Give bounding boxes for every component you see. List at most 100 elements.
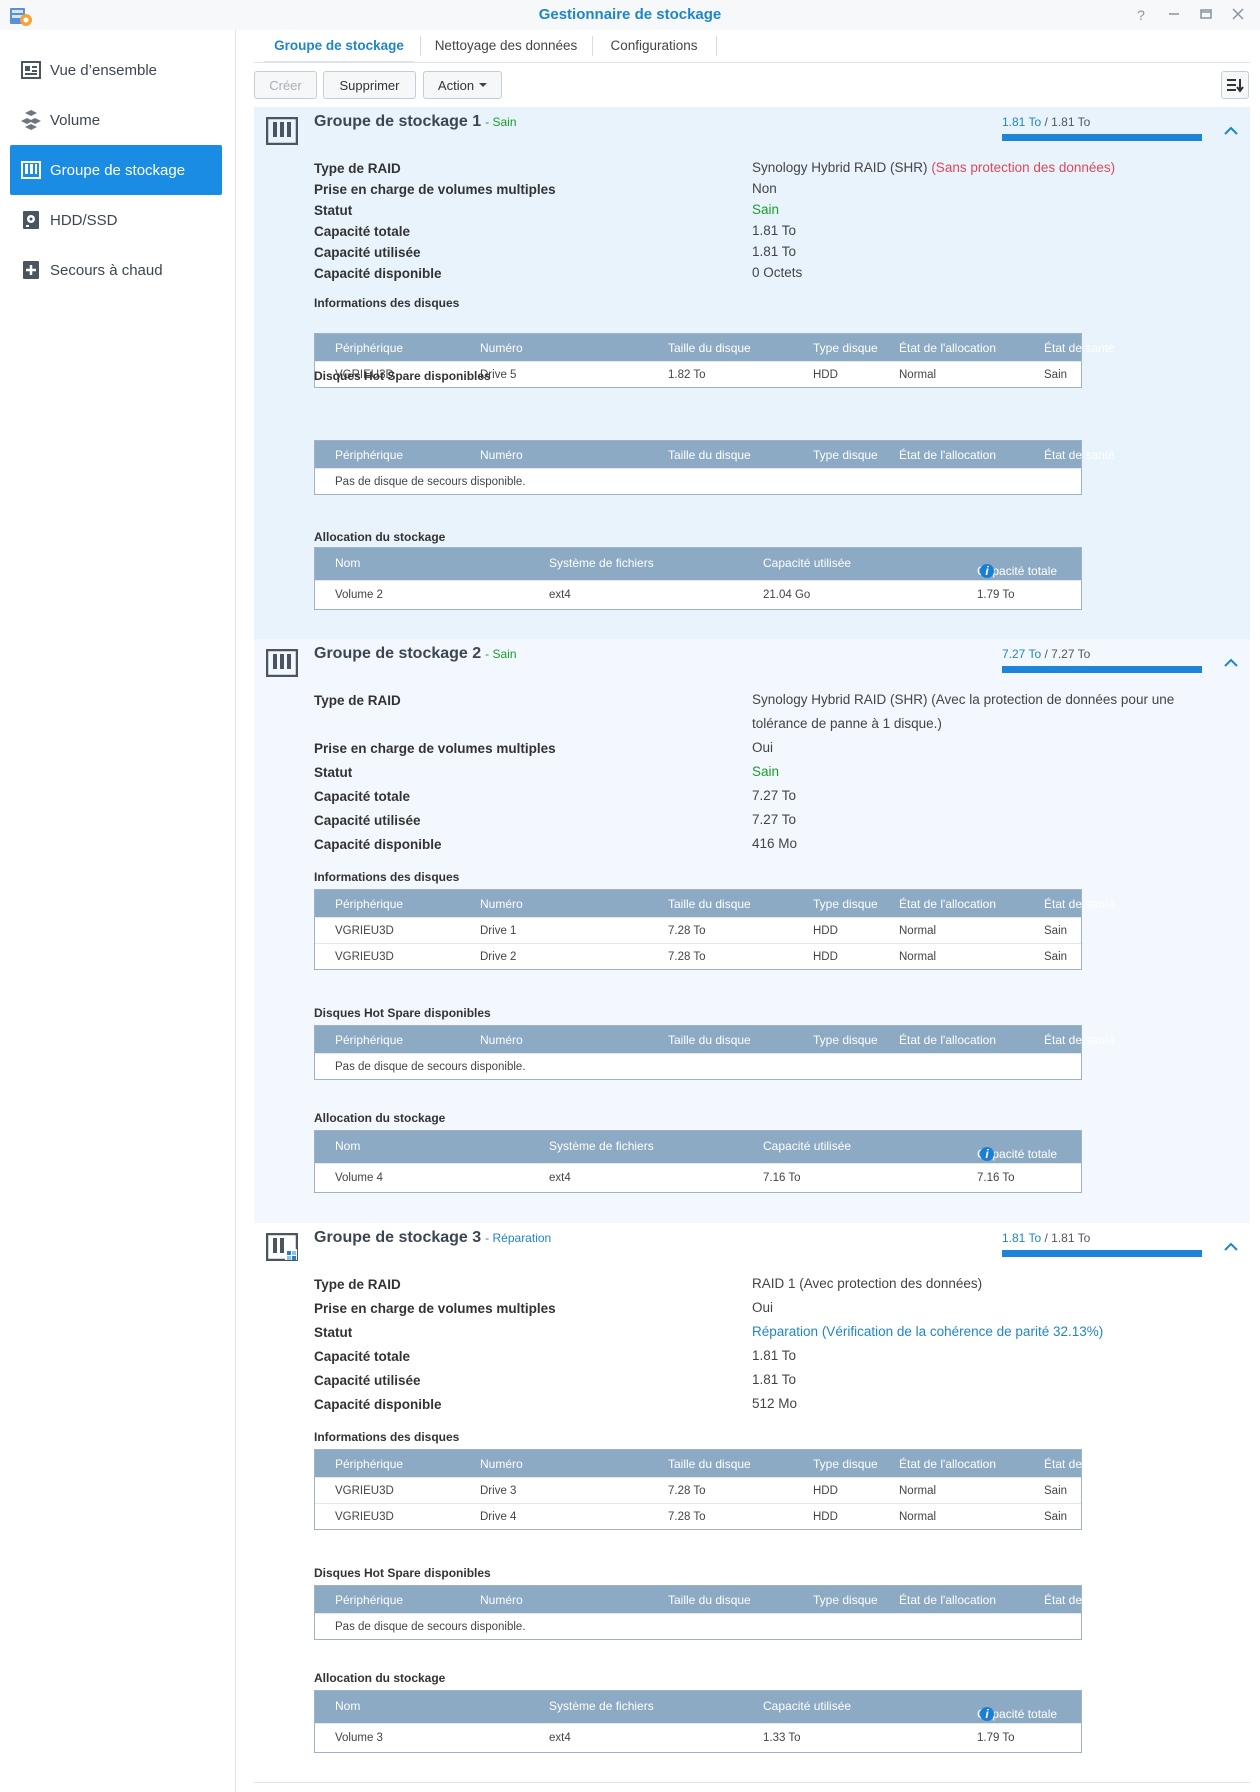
table-row[interactable]: Volume 4 ext4 7.16 To 7.16 To (315, 1163, 1081, 1192)
table-header: Nom Système de fichiers Capacité utilisé… (315, 1131, 1081, 1163)
col-number: Numéro (480, 897, 523, 911)
sidebar-item-volume[interactable]: Volume (10, 95, 222, 145)
minimize-icon[interactable] (1164, 5, 1184, 25)
empty-message: Pas de disque de secours disponible. (335, 1621, 526, 1633)
capacity-usage-bar (1002, 134, 1202, 141)
sidebar-item-hdd-ssd[interactable]: HDD/SSD (10, 195, 222, 245)
info-icon[interactable]: i (980, 1147, 994, 1161)
delete-button[interactable]: Supprimer (323, 71, 416, 99)
kv-label: Capacité totale (314, 224, 411, 239)
table-row[interactable]: VGRIEU3D Drive 2 7.28 To HDD Normal Sain (315, 943, 1081, 969)
kv-label: Capacité utilisée (314, 245, 421, 260)
close-icon[interactable] (1228, 5, 1248, 25)
table-row[interactable]: Volume 2 ext4 21.04 Go 1.79 To (315, 580, 1081, 609)
pool-capacity-text: 7.27 To / 7.27 To (1002, 647, 1090, 661)
table-row-empty: Pas de disque de secours disponible. (315, 1613, 1081, 1639)
kv-value: RAID 1 (Avec protection des données) (752, 1276, 983, 1291)
sort-icon (1227, 79, 1244, 93)
col-type: Type disque (813, 341, 878, 355)
chevron-up-icon[interactable] (1223, 1241, 1239, 1253)
pool-title: Groupe de stockage 1- Sain (314, 113, 517, 131)
storage-pool-panel-1: Groupe de stockage 1- Sain 1.81 To / 1.8… (254, 107, 1250, 639)
pool-name: Groupe de stockage 3 (314, 1229, 482, 1246)
kv-value: Sain (752, 764, 780, 779)
kv-label: Capacité totale (314, 1349, 411, 1364)
pool-status-inline: - Sain (485, 647, 517, 661)
col-alloc: État de l'allocation (899, 1593, 997, 1607)
maximize-icon[interactable] (1196, 5, 1216, 25)
capacity-separator: / (1041, 1231, 1052, 1245)
cell-alloc: Normal (899, 1511, 937, 1523)
chevron-down-icon (479, 83, 488, 87)
col-number: Numéro (480, 341, 523, 355)
kv-label: Type de RAID (314, 693, 401, 708)
kv-value: Réparation (Vérification de la cohérence… (752, 1320, 1192, 1344)
table-row[interactable]: VGRIEU3D Drive 4 7.28 To HDD Normal Sain (315, 1503, 1081, 1529)
storage-pool-repairing-icon (266, 1233, 298, 1261)
chevron-up-icon[interactable] (1223, 125, 1239, 137)
cell-size: 7.28 To (668, 1511, 706, 1523)
cell-fs: ext4 (549, 589, 571, 601)
empty-message: Pas de disque de secours disponible. (335, 1061, 526, 1073)
kv-value: 0 Octets (752, 265, 803, 280)
col-type: Type disque (813, 1593, 878, 1607)
sort-button[interactable] (1221, 71, 1249, 99)
col-alloc: État de l'allocation (899, 448, 997, 462)
table-row[interactable]: VGRIEU3D Drive 1 7.28 To HDD Normal Sain (315, 917, 1081, 943)
allocation-table: Nom Système de fichiers Capacité utilisé… (314, 547, 1082, 610)
col-device: Périphérique (335, 448, 404, 462)
capacity-total: 1.81 To (1051, 1231, 1091, 1245)
cell-used: 1.33 To (763, 1732, 801, 1744)
create-button[interactable]: Créer (254, 71, 317, 99)
kv-label: Capacité disponible (314, 266, 442, 281)
chevron-up-icon[interactable] (1223, 657, 1239, 669)
storage-pool-icon (20, 159, 42, 181)
sidebar-item-storage-pool[interactable]: Groupe de stockage (10, 145, 222, 195)
cell-number: Drive 3 (480, 1485, 517, 1497)
col-used: Capacité utilisée (763, 1699, 852, 1713)
tab-storage-pool[interactable]: Groupe de stockage (264, 28, 414, 62)
table-header: Périphérique Numéro Taille du disque Typ… (315, 334, 1115, 361)
sidebar-item-overview[interactable]: Vue d’ensemble (10, 45, 222, 95)
pool-name: Groupe de stockage 1 (314, 113, 482, 130)
sidebar-item-label: Secours à chaud (50, 261, 163, 279)
storage-pool-icon (266, 117, 298, 145)
sidebar-item-hot-spare[interactable]: Secours à chaud (10, 245, 222, 295)
col-fs: Système de fichiers (549, 1699, 654, 1713)
col-device: Périphérique (335, 897, 404, 911)
col-health: État de santé (1044, 897, 1115, 911)
kv-label: Capacité utilisée (314, 1373, 421, 1388)
col-health: État de santé (1044, 1457, 1115, 1471)
kv-label: Statut (314, 765, 353, 780)
table-row-empty: Pas de disque de secours disponible. (315, 1053, 1081, 1079)
table-row[interactable]: Volume 3 ext4 1.33 To 1.79 To (315, 1723, 1081, 1752)
cell-name: Volume 4 (335, 1172, 383, 1184)
help-icon[interactable]: ? (1131, 5, 1151, 25)
content-bottom-divider (254, 1782, 1250, 1783)
col-size: Taille du disque (668, 1457, 751, 1471)
section-allocation: Allocation du stockage (314, 1111, 446, 1125)
action-dropdown-button[interactable]: Action (423, 71, 502, 99)
info-icon[interactable]: i (980, 1707, 994, 1721)
tab-data-scrubbing[interactable]: Nettoyage des données (426, 28, 586, 62)
table-header: Nom Système de fichiers Capacité utilisé… (315, 1691, 1081, 1723)
table-header: Périphérique Numéro Taille du disque Typ… (315, 441, 1115, 468)
kv-value: 7.27 To (752, 812, 797, 827)
kv-value: Synology Hybrid RAID (SHR) (Avec la prot… (752, 692, 1175, 731)
kv-value: 416 Mo (752, 836, 798, 851)
table-header: Périphérique Numéro Taille du disque Typ… (315, 1026, 1115, 1053)
cell-number: Drive 1 (480, 925, 517, 937)
pool-title: Groupe de stockage 3- Réparation (314, 1229, 551, 1247)
kv-value: Oui (752, 740, 774, 755)
active-tab-indicator (264, 61, 414, 62)
info-icon[interactable]: i (980, 564, 994, 578)
table-header: Nom Système de fichiers Capacité utilisé… (315, 548, 1081, 580)
capacity-used: 1.81 To (1002, 1231, 1042, 1245)
table-row[interactable]: VGRIEU3D Drive 3 7.28 To HDD Normal Sain (315, 1477, 1081, 1503)
tab-configurations[interactable]: Configurations (598, 28, 710, 62)
sidebar-item-label: Volume (50, 111, 101, 129)
cell-device: VGRIEU3D (335, 951, 394, 963)
cell-name: Volume 3 (335, 1732, 383, 1744)
pool-name: Groupe de stockage 2 (314, 645, 482, 662)
cell-alloc: Normal (899, 1485, 937, 1497)
